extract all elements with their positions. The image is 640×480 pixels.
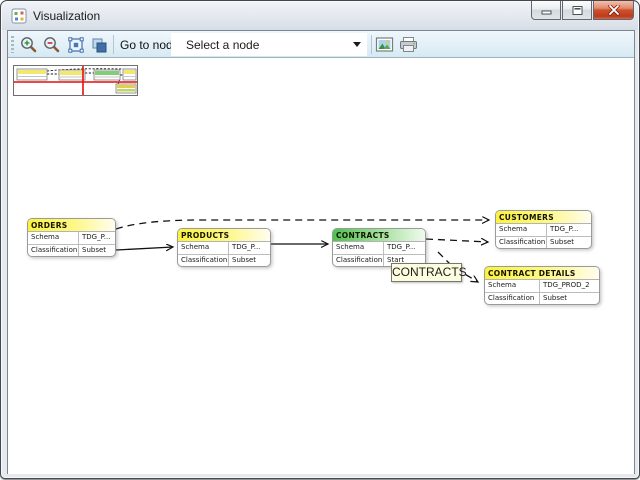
classification-row: Classification Subset [28,244,115,256]
toolbar-separator-2 [371,35,372,54]
minimize-button[interactable] [531,1,561,20]
print-button[interactable] [398,34,419,55]
chevron-down-icon[interactable] [353,42,361,47]
zoom-out-button[interactable] [41,34,62,55]
diagram-canvas[interactable]: ORDERS Schema TDG_P... Classification Su… [8,59,634,474]
classification-label: Classification [485,293,540,304]
node-title: ORDERS [28,219,115,232]
schema-label: Schema [485,280,540,292]
fit-frame-icon [67,36,85,54]
node-title: CONTRACTS [333,229,425,242]
visualization-app-icon [11,8,27,24]
toolbar-grip[interactable] [11,36,14,53]
magnifier-plus-icon [19,35,38,54]
node-title: PRODUCTS [178,229,270,242]
close-icon [607,5,621,16]
toolbar: Go to node Select a node [8,31,634,58]
close-button[interactable] [593,1,634,20]
node-contracts[interactable]: CONTRACTS Schema TDG_P... Classification… [332,228,426,267]
client-area: Go to node Select a node [7,30,635,474]
node-orders[interactable]: ORDERS Schema TDG_P... Classification Su… [27,218,116,257]
maximize-icon [571,5,584,16]
schema-value: TDG_P... [79,232,115,244]
window-title: Visualization [33,9,100,23]
classification-row: Classification Subset [485,292,599,304]
overview-toggle-button[interactable] [88,34,109,55]
schema-row: Schema TDG_P... [178,242,270,254]
toolbar-separator [113,35,114,54]
maximize-button[interactable] [562,1,592,20]
schema-label: Schema [178,242,229,254]
edge-orders-products [116,247,173,250]
schema-value: TDG_P... [229,242,270,254]
visualization-window: Visualization [0,0,640,479]
classification-label: Classification [333,255,384,266]
node-tooltip: CONTRACTS [391,263,462,282]
classification-label: Classification [178,255,229,266]
schema-label: Schema [496,224,547,236]
edge-contracts-customers [426,239,488,242]
schema-row: Schema TDG_PROD_2 [485,280,599,292]
magnifier-minus-icon [42,35,61,54]
node-customers[interactable]: CUSTOMERS Schema TDG_P... Classification… [495,210,592,249]
overview-thumbnail [14,66,137,95]
schema-row: Schema TDG_P... [496,224,591,236]
node-selector-combobox[interactable]: Select a node [171,33,367,56]
picture-icon [375,36,394,53]
classification-row: Classification Subset [178,254,270,266]
printer-icon [398,36,419,54]
schema-value: TDG_P... [547,224,591,236]
classification-label: Classification [28,245,79,256]
schema-label: Schema [28,232,79,244]
overlapping-windows-icon [90,36,108,54]
node-title: CONTRACT DETAILS [485,267,599,280]
minimize-icon [540,6,553,15]
node-contract-details[interactable]: CONTRACT DETAILS Schema TDG_PROD_2 Class… [484,266,600,305]
classification-value: Subset [79,245,115,256]
node-title: CUSTOMERS [496,211,591,224]
schema-value: TDG_P... [384,242,425,254]
overview-panel[interactable] [13,65,138,96]
classification-value: Subset [540,293,599,304]
node-selector-value: Select a node [171,38,259,52]
schema-label: Schema [333,242,384,254]
export-image-button[interactable] [374,34,395,55]
classification-row: Classification Subset [496,236,591,248]
zoom-in-button[interactable] [18,34,39,55]
schema-value: TDG_PROD_2 [540,280,599,292]
fit-to-window-button[interactable] [65,34,86,55]
classification-value: Subset [547,237,591,248]
node-products[interactable]: PRODUCTS Schema TDG_P... Classification … [177,228,271,267]
edge-orders-customers [116,220,489,229]
classification-value: Subset [229,255,270,266]
classification-label: Classification [496,237,547,248]
schema-row: Schema TDG_P... [28,232,115,244]
schema-row: Schema TDG_P... [333,242,425,254]
